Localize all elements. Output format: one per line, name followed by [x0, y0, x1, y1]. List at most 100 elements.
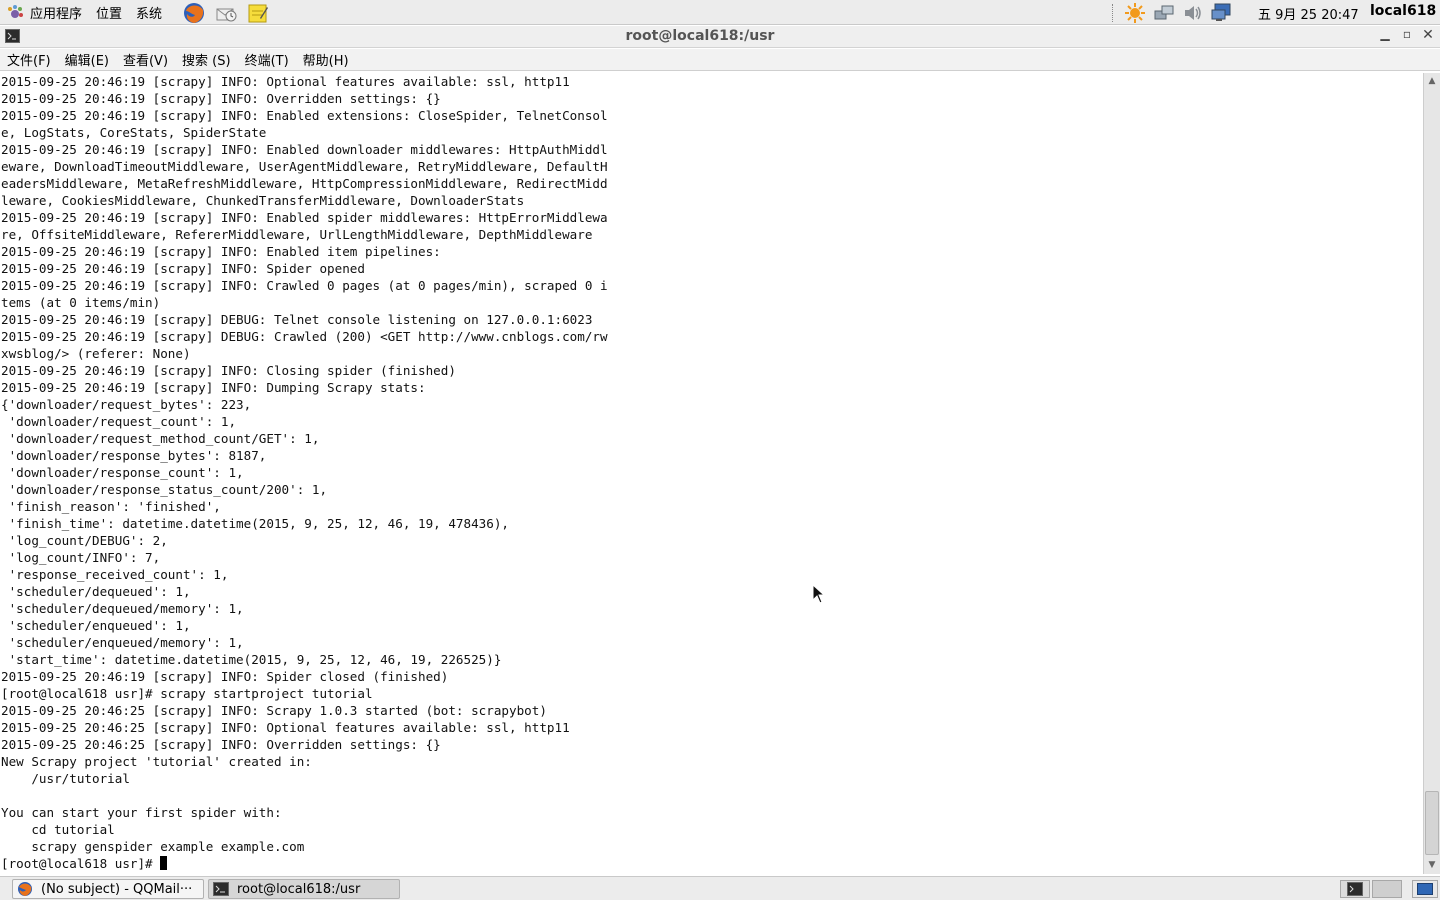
terminal-line: eware, DownloadTimeoutMiddleware, UserAg… — [1, 159, 608, 174]
terminal-line: 2015-09-25 20:46:19 [scrapy] INFO: Spide… — [1, 669, 449, 684]
notes-icon — [248, 4, 268, 22]
menu-help[interactable]: 帮助(H) — [303, 50, 349, 69]
terminal-line: 'downloader/response_count': 1, — [1, 465, 244, 480]
terminal-line: 'scheduler/enqueued/memory': 1, — [1, 635, 244, 650]
terminal-line: You can start your first spider with: — [1, 805, 282, 820]
firefox-icon — [18, 882, 32, 896]
taskbar-item-terminal[interactable]: root@local618:/usr — [208, 879, 400, 899]
system-menu[interactable]: 系统 — [136, 3, 162, 22]
close-button[interactable]: ✕ — [1420, 27, 1436, 45]
arrow-down-icon: ▼ — [1428, 860, 1436, 870]
terminal-line: 2015-09-25 20:46:19 [scrapy] INFO: Spide… — [1, 261, 365, 276]
update-sun-icon — [1125, 2, 1145, 23]
workspace-3[interactable] — [1412, 880, 1438, 898]
terminal-line: 'start_time': datetime.datetime(2015, 9,… — [1, 652, 502, 667]
notes-launcher[interactable] — [246, 2, 270, 24]
terminal-output[interactable]: 2015-09-25 20:46:19 [scrapy] INFO: Optio… — [0, 73, 1423, 874]
user-menu[interactable]: local618 — [1370, 3, 1436, 19]
display-icon — [1211, 3, 1231, 21]
scrollbar-thumb[interactable] — [1425, 791, 1439, 855]
menu-view[interactable]: 查看(V) — [123, 50, 168, 69]
terminal-prompt-line[interactable]: [root@local618 usr]# — [1, 855, 168, 872]
terminal-line: 2015-09-25 20:46:19 [scrapy] INFO: Enabl… — [1, 244, 441, 259]
show-desktop-icon — [1417, 883, 1433, 895]
scroll-up-button[interactable]: ▲ — [1425, 74, 1439, 89]
terminal-line: 2015-09-25 20:46:25 [scrapy] INFO: Scrap… — [1, 703, 547, 718]
mail-launcher[interactable] — [214, 2, 238, 24]
system-tray — [1112, 0, 1240, 25]
terminal-line: 2015-09-25 20:46:19 [scrapy] INFO: Enabl… — [1, 142, 608, 157]
network-icon — [1154, 5, 1174, 19]
menu-search[interactable]: 搜索 (S) — [182, 50, 231, 69]
terminal-line: eadersMiddleware, MetaRefreshMiddleware,… — [1, 176, 608, 191]
firefox-launcher[interactable] — [182, 2, 206, 24]
taskbar-item-qqmail[interactable]: (No subject) - QQMail··· — [12, 879, 204, 899]
terminal-line: 'log_count/DEBUG': 2, — [1, 533, 168, 548]
menu-terminal[interactable]: 终端(T) — [245, 50, 289, 69]
window-titlebar[interactable]: root@local618:/usr ▁ ▫ ✕ — [0, 26, 1440, 48]
display-tray-item[interactable] — [1211, 3, 1233, 23]
bottom-taskbar: (No subject) - QQMail··· root@local618:/… — [0, 876, 1440, 900]
workspace-1[interactable] — [1340, 880, 1370, 898]
maximize-icon: ▫ — [1402, 27, 1412, 41]
terminal-line: tems (at 0 items/min) — [1, 295, 161, 310]
scroll-down-button[interactable]: ▼ — [1425, 858, 1439, 873]
terminal-line: re, OffsiteMiddleware, RefererMiddleware… — [1, 227, 593, 242]
terminal-line: 2015-09-25 20:46:25 [scrapy] INFO: Overr… — [1, 737, 441, 752]
terminal-line: 2015-09-25 20:46:19 [scrapy] DEBUG: Craw… — [1, 329, 608, 344]
terminal-line: [root@local618 usr]# scrapy startproject… — [1, 686, 373, 701]
minimize-icon: ▁ — [1380, 27, 1390, 41]
maximize-button[interactable]: ▫ — [1399, 27, 1415, 45]
workspace-2[interactable] — [1372, 880, 1402, 898]
menu-file[interactable]: 文件(F) — [7, 50, 51, 69]
terminal-line: 2015-09-25 20:46:19 [scrapy] INFO: Enabl… — [1, 210, 608, 225]
terminal-line: {'downloader/request_bytes': 223, — [1, 397, 252, 412]
terminal-line: 'log_count/INFO': 7, — [1, 550, 161, 565]
terminal-line: 2015-09-25 20:46:19 [scrapy] DEBUG: Teln… — [1, 312, 593, 327]
top-panel: 应用程序 位置 系统 五 9月 25 20:47 local618 — [0, 0, 1440, 25]
mouse-pointer-icon — [812, 584, 826, 604]
arrow-up-icon: ▲ — [1428, 76, 1436, 86]
volume-tray-item[interactable] — [1182, 3, 1204, 23]
clock[interactable]: 五 9月 25 20:47 — [1258, 4, 1359, 23]
terminal-line: e, LogStats, CoreStats, SpiderState — [1, 125, 267, 140]
terminal-line: 'finish_reason': 'finished', — [1, 499, 221, 514]
terminal-line: 2015-09-25 20:46:19 [scrapy] INFO: Enabl… — [1, 108, 608, 123]
taskbar-item-label: root@local618:/usr — [237, 881, 361, 897]
network-tray-item[interactable] — [1153, 3, 1175, 23]
terminal-line: leware, CookiesMiddleware, ChunkedTransf… — [1, 193, 525, 208]
gnome-foot-icon — [8, 4, 23, 18]
terminal-line: 'downloader/response_status_count/200': … — [1, 482, 328, 497]
terminal-line: /usr/tutorial — [1, 771, 130, 786]
system-menu-label: 系统 — [136, 7, 163, 22]
terminal-icon — [213, 882, 229, 896]
window-title: root@local618:/usr — [625, 28, 775, 44]
update-tray-item[interactable] — [1124, 2, 1146, 23]
terminal-icon — [1347, 882, 1363, 896]
minimize-button[interactable]: ▁ — [1377, 27, 1393, 45]
menu-edit[interactable]: 编辑(E) — [65, 50, 109, 69]
terminal-line: 'finish_time': datetime.datetime(2015, 9… — [1, 516, 509, 531]
panel-launchers — [182, 0, 270, 25]
top-menu: 应用程序 位置 系统 — [6, 0, 176, 25]
terminal-line: 2015-09-25 20:46:19 [scrapy] INFO: Optio… — [1, 74, 570, 89]
places-menu[interactable]: 位置 — [96, 3, 122, 22]
applications-menu[interactable]: 应用程序 — [6, 3, 82, 22]
firefox-icon — [184, 2, 204, 23]
terminal-line: New Scrapy project 'tutorial' created in… — [1, 754, 312, 769]
tray-handle — [1112, 3, 1116, 22]
terminal-line: xwsblog/> (referer: None) — [1, 346, 191, 361]
applications-menu-label: 应用程序 — [30, 7, 83, 22]
shell-prompt: [root@local618 usr]# — [1, 856, 161, 871]
terminal-line: 'downloader/response_bytes': 8187, — [1, 448, 267, 463]
terminal-line: 'downloader/request_count': 1, — [1, 414, 237, 429]
menubar: 文件(F) 编辑(E) 查看(V) 搜索 (S) 终端(T) 帮助(H) — [0, 49, 1440, 71]
terminal-scrollbar[interactable]: ▲ ▼ — [1423, 73, 1440, 874]
mail-icon — [216, 8, 237, 21]
terminal-line: 'scheduler/enqueued': 1, — [1, 618, 191, 633]
terminal-line: 2015-09-25 20:46:19 [scrapy] INFO: Closi… — [1, 363, 456, 378]
terminal-line: 'scheduler/dequeued': 1, — [1, 584, 191, 599]
close-icon: ✕ — [1422, 27, 1434, 43]
terminal-line: 2015-09-25 20:46:19 [scrapy] INFO: Overr… — [1, 91, 441, 106]
volume-icon — [1185, 5, 1201, 20]
